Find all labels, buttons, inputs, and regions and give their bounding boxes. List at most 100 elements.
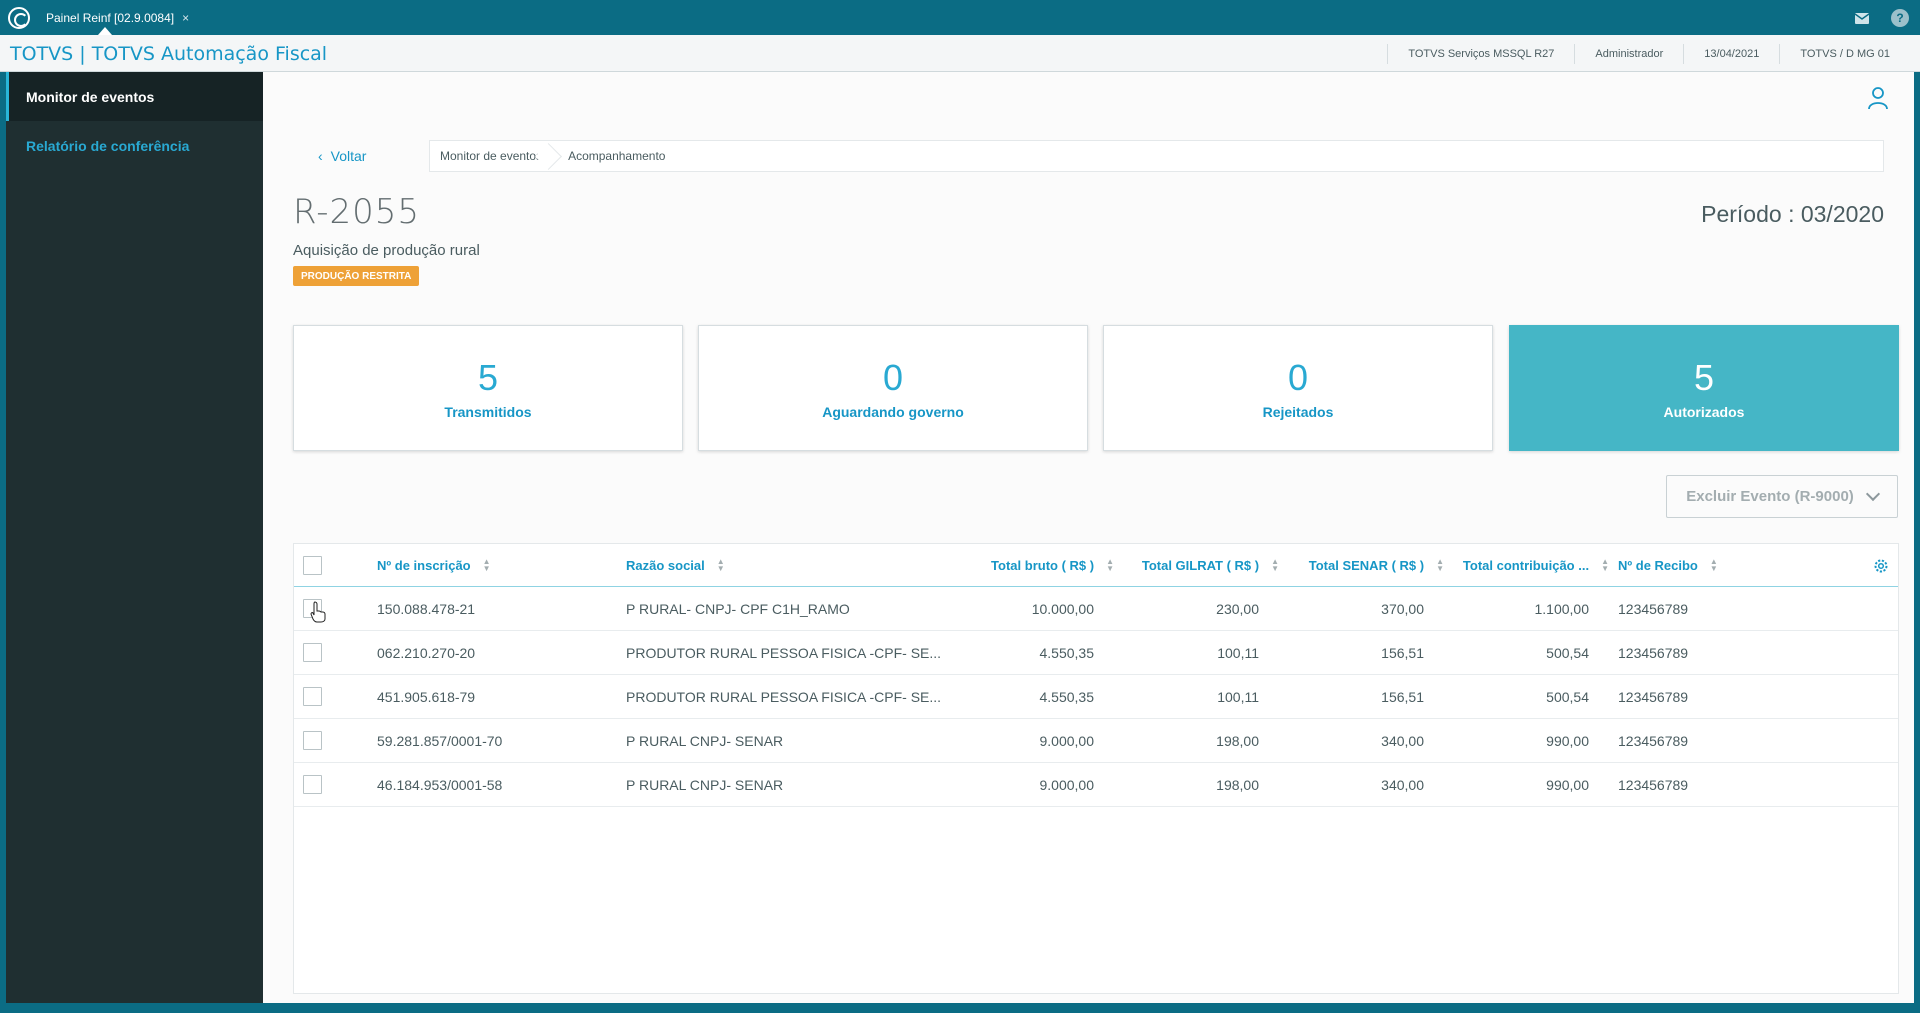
- row-select-cell: [303, 719, 322, 762]
- app-title: TOTVS | TOTVS Automação Fiscal: [10, 43, 328, 65]
- cell-total-bruto: 9.000,00: [1039, 776, 1095, 793]
- cell-total-gilrat: 230,00: [1216, 600, 1259, 617]
- cell-inscricao: 150.088.478-21: [377, 600, 476, 617]
- environment-info: TOTVS Serviços MSSQL R27 Administrador 1…: [1387, 35, 1910, 72]
- sidebar-item-monitor-eventos[interactable]: Monitor de eventos: [6, 72, 263, 121]
- row-checkbox[interactable]: [303, 599, 322, 618]
- sort-icon[interactable]: ▲ ▼: [1710, 558, 1718, 573]
- cell-razao-social: P RURAL CNPJ- SENAR: [626, 732, 784, 749]
- cell-total-contribuicao: 1.100,00: [1534, 600, 1590, 617]
- cell-total-gilrat: 100,11: [1217, 688, 1259, 705]
- row-checkbox[interactable]: [303, 731, 322, 750]
- sort-icon[interactable]: ▲ ▼: [483, 558, 491, 573]
- cell-total-bruto: 4.550,35: [1039, 688, 1095, 705]
- events-table: Nº de inscrição ▲ ▼ Razão social ▲ ▼ Total…: [293, 543, 1899, 994]
- cell-total-contribuicao: 500,54: [1546, 688, 1589, 705]
- column-header-total-contribuicao[interactable]: Total contribuição ... ▲ ▼: [1409, 544, 1609, 586]
- table-row[interactable]: 150.088.478-21 P RURAL- CNPJ- CPF C1H_RAM…: [294, 587, 1898, 631]
- card-label: Transmitidos: [444, 404, 532, 420]
- delete-event-button[interactable]: Excluir Evento (R-9000): [1666, 475, 1898, 518]
- user-icon[interactable]: [1867, 86, 1889, 110]
- cell-total-senar: 340,00: [1381, 732, 1424, 749]
- cell-total-bruto: 9.000,00: [1039, 732, 1095, 749]
- cell-total-gilrat: 198,00: [1216, 776, 1259, 793]
- branch-label: TOTVS / D MG 01: [1779, 43, 1910, 64]
- cell-total-senar: 370,00: [1381, 600, 1424, 617]
- totvs-logo-icon[interactable]: [8, 7, 30, 29]
- page-content: ‹ Voltar Monitor de eventos Acompanhamen…: [263, 72, 1914, 1003]
- column-header-recibo[interactable]: Nº de Recibo ▲ ▼: [1618, 544, 1718, 586]
- cell-inscricao: 451.905.618-79: [377, 688, 476, 705]
- cell-total-contribuicao: 990,00: [1546, 732, 1589, 749]
- tab-title: Painel Reinf [02.9.0084]: [46, 11, 175, 25]
- cell-recibo: 123456789: [1618, 732, 1689, 749]
- table-row[interactable]: 062.210.270-20 PRODUTOR RURAL PESSOA FISI…: [294, 631, 1898, 675]
- mail-icon[interactable]: [1852, 8, 1872, 28]
- cell-razao-social: P RURAL- CNPJ- CPF C1H_RAMO: [626, 600, 850, 617]
- select-all-cell: [303, 544, 322, 586]
- cell-recibo: 123456789: [1618, 644, 1689, 661]
- column-header-label: Total SENAR ( R$ ): [1308, 557, 1425, 573]
- sidebar-item-relatorio-conferencia[interactable]: Relatório de conferência: [6, 121, 263, 170]
- row-checkbox[interactable]: [303, 643, 322, 662]
- card-count: 0: [882, 357, 904, 398]
- status-cards: 5 Transmitidos 0 Aguardando governo 0 Re…: [293, 325, 1899, 451]
- card-autorizados[interactable]: 5 Autorizados: [1509, 325, 1899, 451]
- date-label: 13/04/2021: [1683, 43, 1779, 64]
- environment-badge: PRODUÇÃO RESTRITA: [293, 266, 420, 286]
- period-label: Período : 03/2020: [1701, 201, 1884, 227]
- cell-total-contribuicao: 990,00: [1546, 776, 1589, 793]
- cell-recibo: 123456789: [1618, 776, 1689, 793]
- column-header-razao-social[interactable]: Razão social ▲ ▼: [626, 544, 725, 586]
- row-checkbox[interactable]: [303, 687, 322, 706]
- table-row[interactable]: 46.184.953/0001-58 P RURAL CNPJ- SENAR 9.0…: [294, 763, 1898, 807]
- table-row[interactable]: 59.281.857/0001-70 P RURAL CNPJ- SENAR 9.0…: [294, 719, 1898, 763]
- sidebar: Monitor de eventos Relatório de conferên…: [6, 72, 263, 1003]
- cell-inscricao: 59.281.857/0001-70: [377, 732, 503, 749]
- cell-inscricao: 46.184.953/0001-58: [377, 776, 503, 793]
- row-checkbox[interactable]: [303, 775, 322, 794]
- cell-total-senar: 156,51: [1381, 688, 1424, 705]
- cell-recibo: 123456789: [1618, 688, 1689, 705]
- main-frame: Monitor de eventos Relatório de conferên…: [6, 72, 1914, 1003]
- sort-icon[interactable]: ▲ ▼: [717, 558, 725, 573]
- gear-icon[interactable]: [1873, 558, 1889, 574]
- card-aguardando-governo[interactable]: 0 Aguardando governo: [698, 325, 1088, 451]
- sort-icon[interactable]: ▲ ▼: [1601, 558, 1609, 573]
- page-title: R-2055: [293, 192, 421, 232]
- select-all-checkbox[interactable]: [303, 555, 322, 575]
- row-select-cell: [303, 631, 322, 674]
- cell-total-bruto: 10.000,00: [1031, 600, 1094, 617]
- column-header-label: Total contribuição ...: [1462, 557, 1590, 573]
- table-body: 150.088.478-21 P RURAL- CNPJ- CPF C1H_RAM…: [294, 587, 1898, 807]
- row-select-cell: [303, 675, 322, 718]
- cell-recibo: 123456789: [1618, 600, 1689, 617]
- delete-event-label: Excluir Evento (R-9000): [1686, 488, 1854, 505]
- column-header-label: Total GILRAT ( R$ ): [1141, 557, 1260, 573]
- chevron-left-icon: ‹: [318, 148, 323, 164]
- column-header-label: Nº de inscrição: [377, 557, 471, 573]
- active-tab-indicator: [98, 27, 112, 35]
- app-header: TOTVS | TOTVS Automação Fiscal TOTVS Ser…: [0, 35, 1920, 72]
- table-row[interactable]: 451.905.618-79 PRODUTOR RURAL PESSOA FISI…: [294, 675, 1898, 719]
- cell-razao-social: P RURAL CNPJ- SENAR: [626, 776, 784, 793]
- tab-close-icon[interactable]: ×: [182, 11, 189, 25]
- column-header-label: Nº de Recibo: [1618, 557, 1698, 573]
- tab-painel-reinf[interactable]: Painel Reinf [02.9.0084] ×: [38, 4, 197, 32]
- card-rejeitados[interactable]: 0 Rejeitados: [1103, 325, 1493, 451]
- card-transmitidos[interactable]: 5 Transmitidos: [293, 325, 683, 451]
- card-label: Rejeitados: [1262, 404, 1334, 420]
- card-label: Aguardando governo: [822, 404, 964, 420]
- cell-inscricao: 062.210.270-20: [377, 644, 476, 661]
- breadcrumb-item-acompanhamento: Acompanhamento: [568, 149, 666, 163]
- server-label: TOTVS Serviços MSSQL R27: [1387, 43, 1574, 64]
- breadcrumb-item-monitor[interactable]: Monitor de eventos: [430, 141, 552, 171]
- cell-total-senar: 156,51: [1381, 644, 1424, 661]
- column-header-inscricao[interactable]: Nº de inscrição ▲ ▼: [377, 544, 491, 586]
- page-subtitle: Aquisição de produção rural: [293, 242, 480, 259]
- cell-total-bruto: 4.550,35: [1039, 644, 1095, 661]
- help-icon[interactable]: ?: [1891, 9, 1909, 27]
- row-select-cell: [303, 587, 322, 630]
- back-button[interactable]: ‹ Voltar: [318, 148, 366, 164]
- cell-total-gilrat: 198,00: [1216, 732, 1259, 749]
